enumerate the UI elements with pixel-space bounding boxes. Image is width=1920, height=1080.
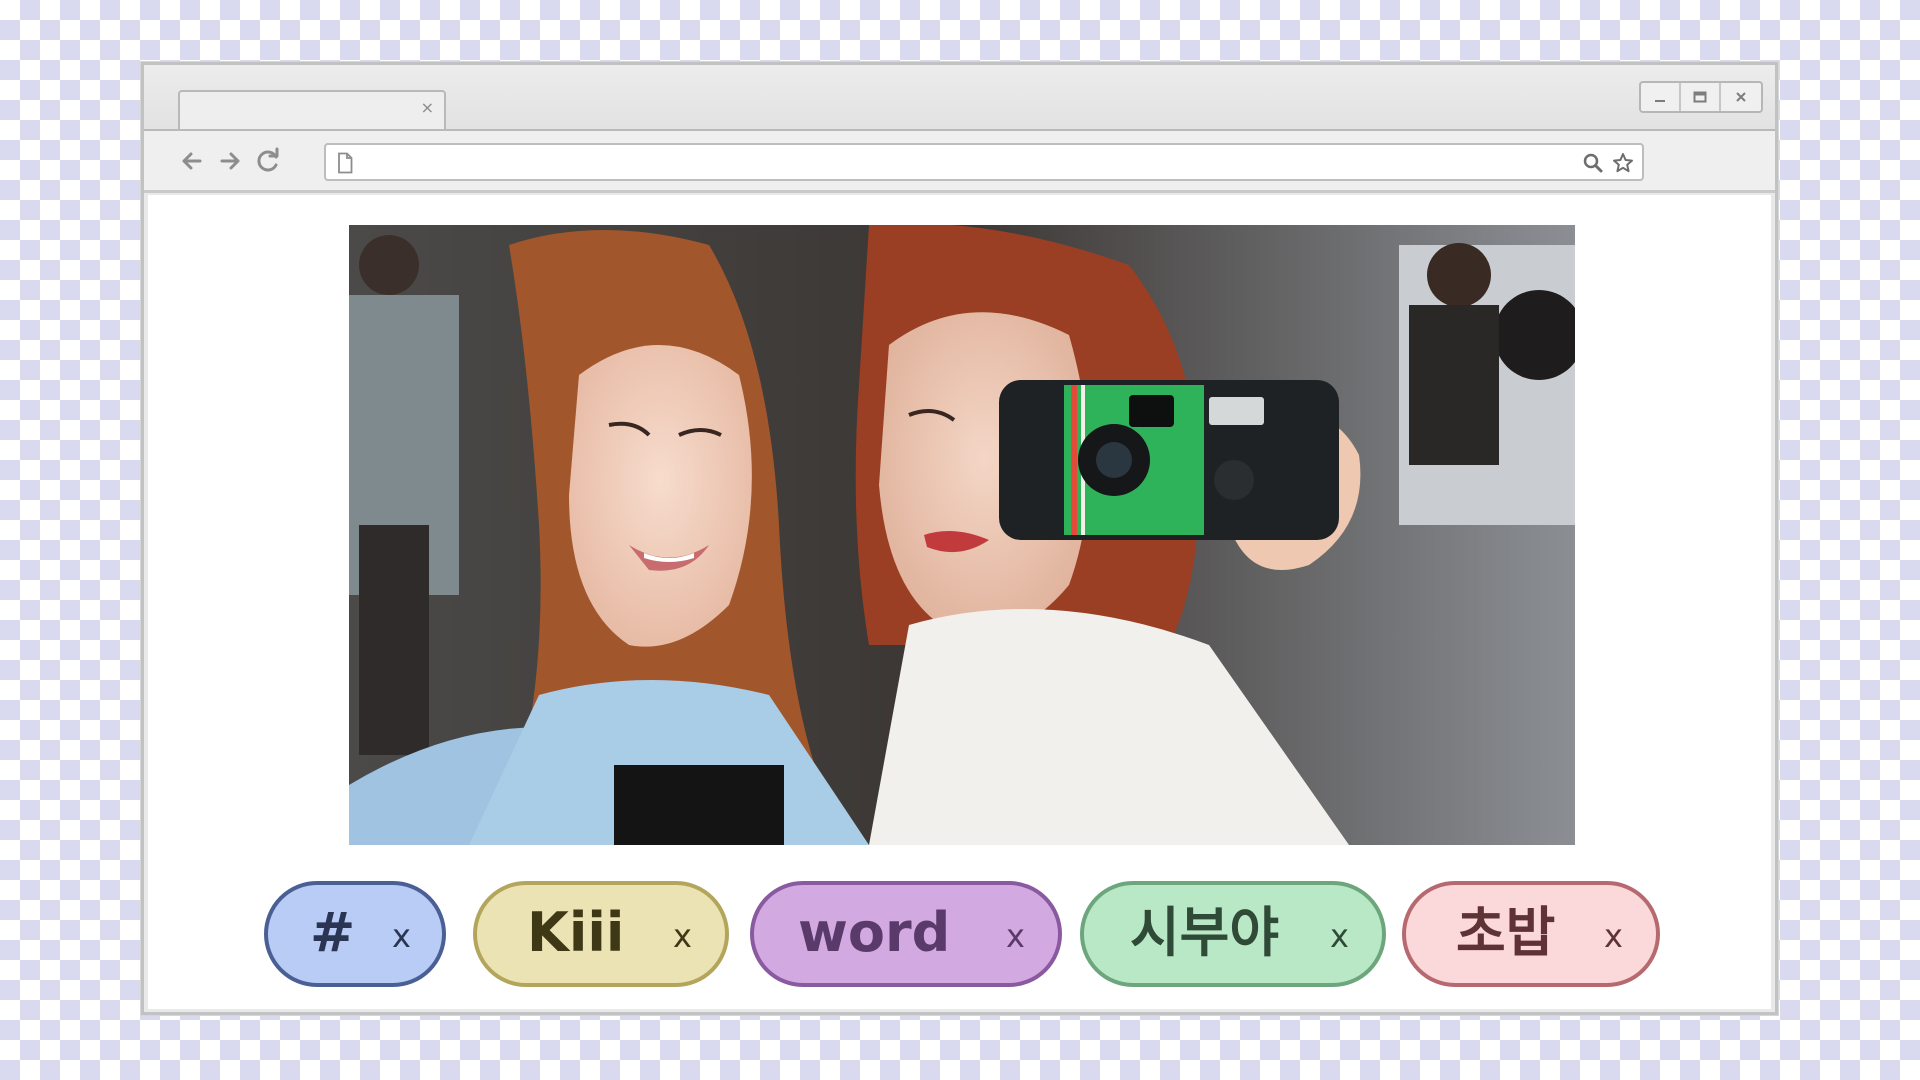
search-icon[interactable] — [1582, 152, 1604, 174]
tag-label: word — [798, 901, 951, 964]
tag-chip-kiii[interactable]: Kiii x — [473, 881, 729, 987]
browser-window: × # x Kiii x word x 시부야 x 초밥 x — [141, 62, 1778, 1015]
tag-chip-hash[interactable]: # x — [264, 881, 446, 987]
forward-arrow-icon — [220, 152, 240, 170]
photo-illustration — [349, 225, 1575, 845]
tag-remove-button[interactable]: x — [1006, 917, 1025, 955]
url-input[interactable] — [370, 145, 1554, 181]
title-bar: × — [144, 65, 1775, 130]
photo-two-women-with-disposable-camera — [349, 225, 1575, 845]
tag-remove-button[interactable]: x — [1604, 917, 1623, 955]
back-button[interactable] — [178, 147, 206, 175]
tag-label: 초밥 — [1456, 901, 1556, 964]
browser-tab[interactable]: × — [178, 90, 446, 130]
navigation-toolbar — [144, 129, 1775, 193]
page-content: # x Kiii x word x 시부야 x 초밥 x — [148, 195, 1771, 1009]
close-button[interactable] — [1721, 83, 1761, 111]
window-controls — [1639, 81, 1763, 113]
tag-label: 시부야 — [1130, 901, 1280, 964]
address-bar[interactable] — [324, 143, 1644, 181]
minimize-button[interactable] — [1641, 83, 1681, 111]
close-icon — [1736, 92, 1746, 102]
tag-list: # x Kiii x word x 시부야 x 초밥 x — [148, 881, 1771, 993]
tag-chip-sushi[interactable]: 초밥 x — [1402, 881, 1660, 987]
maximize-button[interactable] — [1681, 83, 1721, 111]
tag-label: # — [310, 901, 356, 964]
tag-remove-button[interactable]: x — [1330, 917, 1349, 955]
back-arrow-icon — [182, 152, 202, 170]
tag-chip-shibuya[interactable]: 시부야 x — [1080, 881, 1386, 987]
tag-remove-button[interactable]: x — [392, 917, 411, 955]
tag-chip-word[interactable]: word x — [750, 881, 1062, 987]
minimize-icon — [1655, 100, 1665, 102]
tab-close-icon[interactable]: × — [421, 98, 434, 118]
tag-label: Kiii — [527, 901, 625, 964]
maximize-icon — [1693, 91, 1707, 103]
reload-button[interactable] — [254, 147, 282, 175]
reload-icon — [257, 147, 279, 172]
page-icon — [338, 152, 353, 174]
star-icon[interactable] — [1612, 152, 1634, 174]
forward-button[interactable] — [216, 147, 244, 175]
address-bar-icons — [1582, 152, 1634, 174]
nav-buttons — [178, 147, 282, 175]
tag-remove-button[interactable]: x — [673, 917, 692, 955]
